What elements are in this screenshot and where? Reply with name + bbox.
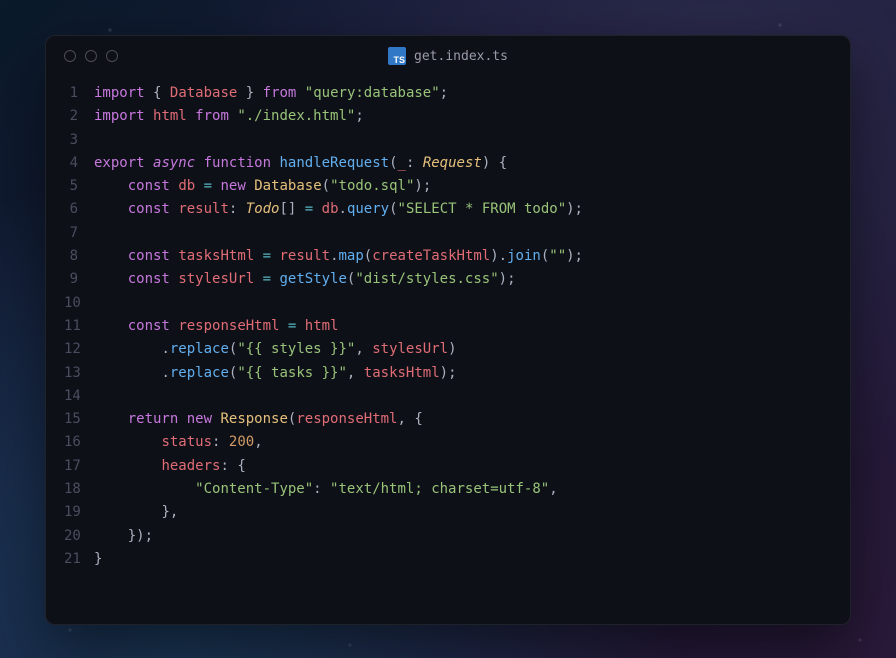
- line-number: 17: [64, 455, 94, 478]
- code-content[interactable]: .replace("{{ styles }}", stylesUrl): [94, 338, 457, 361]
- minimize-icon[interactable]: [85, 50, 97, 62]
- line-number: 6: [64, 198, 94, 221]
- line-number: 19: [64, 501, 94, 524]
- line-number: 9: [64, 268, 94, 291]
- code-line[interactable]: 2import html from "./index.html";: [64, 105, 832, 128]
- code-content[interactable]: import { Database } from "query:database…: [94, 82, 448, 105]
- line-number: 4: [64, 152, 94, 175]
- window-title: TS get.index.ts: [46, 47, 850, 65]
- code-line[interactable]: 14: [64, 385, 832, 408]
- code-content[interactable]: export async function handleRequest(_: R…: [94, 152, 507, 175]
- code-content[interactable]: return new Response(responseHtml, {: [94, 408, 423, 431]
- code-line[interactable]: 3: [64, 129, 832, 152]
- line-number: 21: [64, 548, 94, 571]
- code-line[interactable]: 16 status: 200,: [64, 431, 832, 454]
- code-content[interactable]: [94, 129, 102, 152]
- code-content[interactable]: });: [94, 525, 153, 548]
- code-line[interactable]: 18 "Content-Type": "text/html; charset=u…: [64, 478, 832, 501]
- line-number: 3: [64, 129, 94, 152]
- typescript-badge-text: TS: [394, 56, 406, 65]
- code-content[interactable]: [94, 385, 102, 408]
- code-line[interactable]: 11 const responseHtml = html: [64, 315, 832, 338]
- line-number: 2: [64, 105, 94, 128]
- code-editor[interactable]: 1import { Database } from "query:databas…: [46, 76, 850, 624]
- line-number: 7: [64, 222, 94, 245]
- code-line[interactable]: 8 const tasksHtml = result.map(createTas…: [64, 245, 832, 268]
- editor-window: TS get.index.ts 1import { Database } fro…: [45, 35, 851, 625]
- line-number: 18: [64, 478, 94, 501]
- code-line[interactable]: 13 .replace("{{ tasks }}", tasksHtml);: [64, 362, 832, 385]
- code-line[interactable]: 7: [64, 222, 832, 245]
- code-line[interactable]: 17 headers: {: [64, 455, 832, 478]
- line-number: 20: [64, 525, 94, 548]
- code-line[interactable]: 9 const stylesUrl = getStyle("dist/style…: [64, 268, 832, 291]
- code-content[interactable]: },: [94, 501, 178, 524]
- code-content[interactable]: .replace("{{ tasks }}", tasksHtml);: [94, 362, 457, 385]
- code-line[interactable]: 6 const result: Todo[] = db.query("SELEC…: [64, 198, 832, 221]
- line-number: 16: [64, 431, 94, 454]
- code-content[interactable]: [94, 292, 102, 315]
- line-number: 10: [64, 292, 94, 315]
- code-line[interactable]: 20 });: [64, 525, 832, 548]
- titlebar: TS get.index.ts: [46, 36, 850, 76]
- code-content[interactable]: const result: Todo[] = db.query("SELECT …: [94, 198, 583, 221]
- code-line[interactable]: 15 return new Response(responseHtml, {: [64, 408, 832, 431]
- typescript-icon: TS: [388, 47, 406, 65]
- line-number: 13: [64, 362, 94, 385]
- code-content[interactable]: const db = new Database("todo.sql");: [94, 175, 431, 198]
- traffic-lights: [64, 50, 118, 62]
- code-content[interactable]: import html from "./index.html";: [94, 105, 364, 128]
- filename-label: get.index.ts: [414, 49, 508, 64]
- line-number: 14: [64, 385, 94, 408]
- zoom-icon[interactable]: [106, 50, 118, 62]
- line-number: 1: [64, 82, 94, 105]
- line-number: 5: [64, 175, 94, 198]
- line-number: 8: [64, 245, 94, 268]
- code-line[interactable]: 10: [64, 292, 832, 315]
- code-content[interactable]: const responseHtml = html: [94, 315, 339, 338]
- close-icon[interactable]: [64, 50, 76, 62]
- code-content[interactable]: headers: {: [94, 455, 246, 478]
- line-number: 15: [64, 408, 94, 431]
- line-number: 12: [64, 338, 94, 361]
- code-content[interactable]: [94, 222, 102, 245]
- code-line[interactable]: 4export async function handleRequest(_: …: [64, 152, 832, 175]
- code-line[interactable]: 21}: [64, 548, 832, 571]
- code-line[interactable]: 19 },: [64, 501, 832, 524]
- code-content[interactable]: }: [94, 548, 102, 571]
- line-number: 11: [64, 315, 94, 338]
- code-content[interactable]: const tasksHtml = result.map(createTaskH…: [94, 245, 583, 268]
- code-content[interactable]: status: 200,: [94, 431, 263, 454]
- code-line[interactable]: 1import { Database } from "query:databas…: [64, 82, 832, 105]
- code-line[interactable]: 12 .replace("{{ styles }}", stylesUrl): [64, 338, 832, 361]
- code-line[interactable]: 5 const db = new Database("todo.sql");: [64, 175, 832, 198]
- code-content[interactable]: "Content-Type": "text/html; charset=utf-…: [94, 478, 558, 501]
- code-content[interactable]: const stylesUrl = getStyle("dist/styles.…: [94, 268, 516, 291]
